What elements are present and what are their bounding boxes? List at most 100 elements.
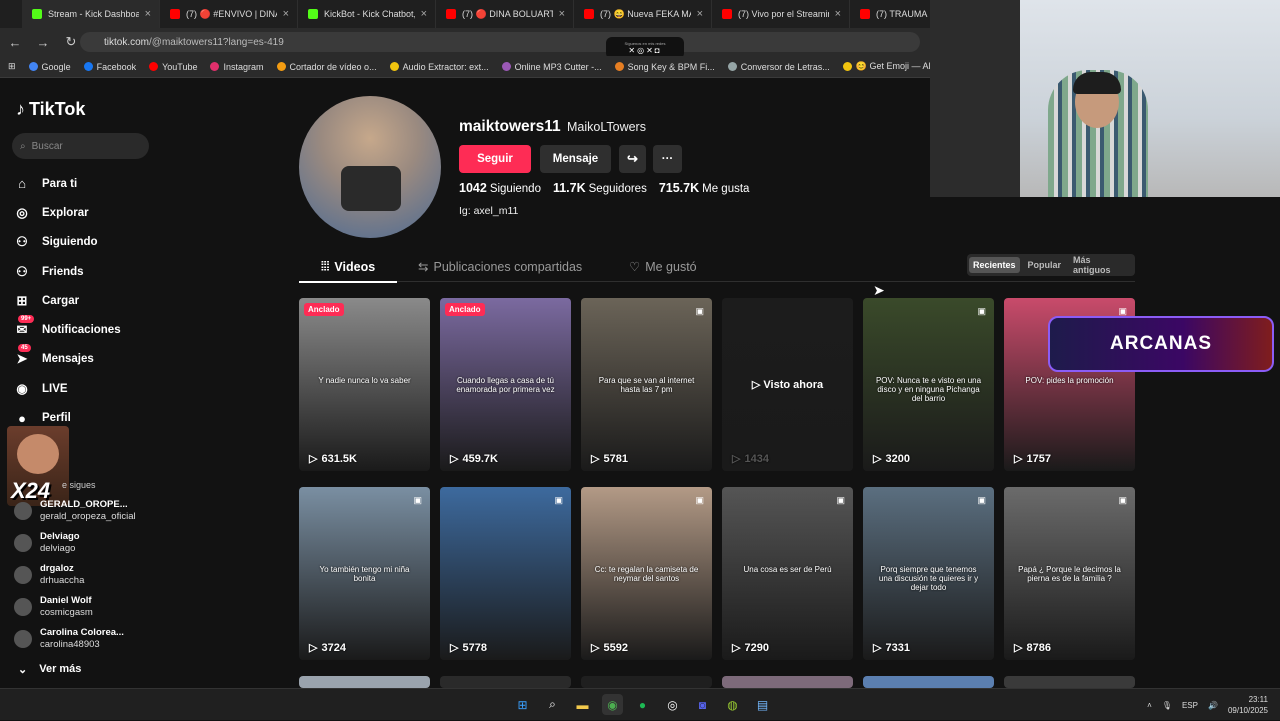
share-icon[interactable]: ↪ [619, 145, 646, 173]
video-thumbnail[interactable]: ▣ Una cosa es ser de Perú ▷ 7290 [722, 487, 853, 660]
browser-tab[interactable]: KickBot - Kick Chatbot, Al × [298, 0, 436, 28]
chrome-icon[interactable]: ◉ [602, 694, 623, 715]
following-account[interactable]: Carolina Colorea... carolina48903 [14, 627, 124, 651]
video-thumbnail[interactable] [299, 676, 430, 688]
sidebar-item-para-ti[interactable]: ⌂ Para ti [14, 169, 121, 198]
video-thumbnail[interactable]: ▣ Papá ¿ Porque le decimos la pierna es d… [1004, 487, 1135, 660]
video-thumbnail[interactable] [863, 676, 994, 688]
video-thumbnail[interactable] [440, 676, 571, 688]
video-thumbnail[interactable]: ▣ ▷ 5778 [440, 487, 571, 660]
browser-tab[interactable]: (7) 🔴 DINA BOLUARTE: C × [436, 0, 574, 28]
reload-icon[interactable]: ↻ [64, 34, 78, 50]
following-account[interactable]: Daniel Wolf cosmicgasm [14, 595, 93, 619]
bookmark-item[interactable]: Online MP3 Cutter -... [501, 62, 602, 72]
close-icon[interactable]: × [421, 8, 427, 20]
bookmark-item[interactable]: 😊 Get Emoji — All... [842, 61, 930, 72]
streamer-webcam [930, 0, 1280, 197]
browser-tab[interactable]: (7) TRAUMA M× [850, 0, 930, 28]
obs-icon[interactable]: ◎ [662, 694, 683, 715]
back-icon[interactable]: ← [8, 35, 22, 50]
bookmark-item[interactable]: YouTube [149, 62, 197, 72]
search-icon[interactable]: ⌕ [542, 694, 563, 715]
sidebar-item-notificaciones[interactable]: ✉ 99+ Notificaciones [14, 315, 121, 344]
sort-option[interactable]: Popular [1024, 257, 1066, 273]
tab-shared[interactable]: ⇆ Publicaciones compartidas [418, 259, 582, 275]
bookmark-item[interactable]: Facebook [83, 62, 136, 72]
follow-button[interactable]: Seguir [459, 145, 531, 173]
browser-tab[interactable]: (7) 🔴 #ENVIVO | DINA B × [160, 0, 298, 28]
video-thumbnail[interactable] [581, 676, 712, 688]
following-account[interactable]: drgaloz drhuaccha [14, 563, 84, 587]
bookmark-label: Google [41, 61, 71, 72]
bookmark-label: Cortador de vídeo o... [289, 61, 377, 72]
video-thumbnail[interactable]: ▣ Yo también tengo mi niña bonita ▷ 3724 [299, 487, 430, 660]
video-thumbnail[interactable]: ▣ Cc: te regalan la camiseta de neymar de… [581, 487, 712, 660]
close-icon[interactable]: × [559, 8, 565, 20]
close-icon[interactable]: × [697, 8, 703, 20]
chevron-up-icon[interactable]: ˄ [1147, 701, 1152, 710]
following-account[interactable]: Delviago delviago [14, 531, 80, 555]
tiktok-logo[interactable]: ♪ TikTok [16, 99, 85, 120]
video-thumbnail[interactable]: ▣ Porq siempre que tenemos una discusión … [863, 487, 994, 660]
account-username: cosmicgasm [40, 607, 93, 618]
file-explorer-icon[interactable]: ▬ [572, 694, 593, 715]
bookmark-item[interactable]: Audio Extractor: ext... [389, 61, 489, 72]
sidebar-icon: ⌂ [18, 176, 26, 192]
more-options-icon[interactable]: ··· [653, 145, 682, 173]
notepad-icon[interactable]: ▤ [752, 694, 773, 715]
emote-face [17, 434, 59, 474]
profile-avatar[interactable] [299, 96, 441, 238]
bookmark-item[interactable]: Song Key & BPM Fi... [614, 62, 715, 72]
search-input[interactable]: ⌕ Buscar [12, 133, 149, 159]
tab-videos-label: Videos [334, 259, 376, 274]
browser-tab[interactable]: (7) 😄 Nueva FEKA MANS × [574, 0, 712, 28]
see-more-button[interactable]: ⌄ Ver más [18, 663, 81, 676]
video-thumbnail[interactable] [1004, 676, 1135, 688]
discord-icon[interactable]: ◙ [692, 694, 713, 715]
play-icon: ▷ [450, 453, 459, 465]
browser-tab[interactable]: (7) Vivo por el Streaming × [712, 0, 850, 28]
spotify-icon[interactable]: ● [632, 694, 653, 715]
apps-icon[interactable]: ⊞ [8, 61, 16, 72]
sort-option[interactable]: Más antiguos [1069, 252, 1133, 278]
bookmark-item[interactable]: Google [28, 61, 71, 72]
clock[interactable]: 23:11 09/10/2025 [1228, 694, 1268, 716]
sidebar-item-mensajes[interactable]: ➤ 45 Mensajes [14, 344, 121, 374]
language-indicator[interactable]: ESP [1182, 701, 1198, 710]
sidebar-icon: ⚇ [16, 234, 28, 250]
video-thumbnail[interactable]: ▣ POV: Nunca te e visto en una disco y en… [863, 298, 994, 471]
video-thumbnail[interactable]: Anclado Y nadie nunca lo va saber ▷ 631.5K [299, 298, 430, 471]
windows-start-icon[interactable]: ⊞ [512, 694, 533, 715]
tab-liked[interactable]: ♡ Me gustó [629, 259, 697, 275]
forward-icon[interactable]: → [36, 35, 50, 50]
bookmark-item[interactable]: Conversor de Letras... [727, 62, 830, 72]
url-field[interactable]: tiktok.com/@maiktowers11?lang=es-419 [80, 32, 920, 52]
message-button[interactable]: Mensaje [540, 145, 611, 173]
close-icon[interactable]: × [835, 8, 841, 20]
tab-videos[interactable]: ⦙⦙⦙ Videos [321, 259, 375, 274]
video-thumbnail[interactable]: ▷ Visto ahora ▷ 1434 [722, 298, 853, 471]
browser-tab[interactable]: Stream - Kick Dashboard × [22, 0, 160, 28]
sidebar-item-siguiendo[interactable]: ⚇ Siguiendo [14, 228, 121, 257]
close-icon[interactable]: × [145, 8, 151, 20]
volume-icon[interactable]: 🔊 [1208, 701, 1218, 710]
close-icon[interactable]: × [283, 8, 289, 20]
sidebar-icon: ➤ 45 [14, 344, 31, 367]
view-count: ▷ 7290 [732, 641, 769, 655]
app-icon[interactable]: ◍ [722, 694, 743, 715]
video-thumbnail[interactable] [722, 676, 853, 688]
bookmark-item[interactable]: Instagram [210, 62, 264, 72]
sidebar-item-explorar[interactable]: ◎ Explorar [14, 198, 121, 227]
mic-icon[interactable]: 🎙 [1162, 701, 1172, 710]
bookmark-label: Audio Extractor: ext... [402, 61, 489, 72]
following-account[interactable]: GERALD_OROPE... gerald_oropeza_oficial [14, 499, 136, 523]
followers-stat[interactable]: 11.7K Seguidores [553, 181, 647, 195]
sidebar-item-cargar[interactable]: ⊞ Cargar [14, 286, 121, 315]
video-thumbnail[interactable]: ▣ Para que se van al internet hasta las 7… [581, 298, 712, 471]
sidebar-item-friends[interactable]: ⚇ Friends [14, 257, 121, 286]
video-thumbnail[interactable]: Anclado Cuando llegas a casa de tú enamor… [440, 298, 571, 471]
sort-option[interactable]: Recientes [969, 257, 1020, 273]
sidebar-item-live[interactable]: ◉ LIVE [14, 374, 121, 403]
following-stat[interactable]: 1042 Siguiendo [459, 181, 541, 195]
bookmark-item[interactable]: Cortador de vídeo o... [276, 61, 377, 72]
